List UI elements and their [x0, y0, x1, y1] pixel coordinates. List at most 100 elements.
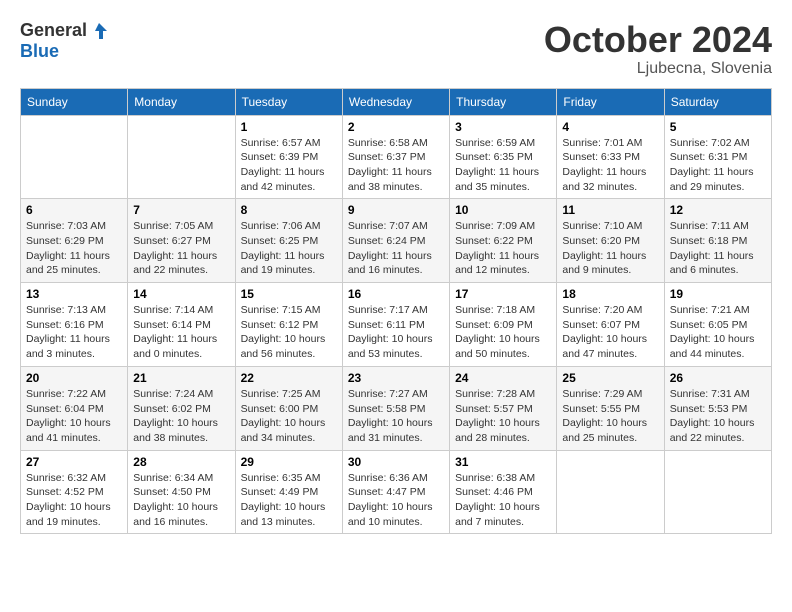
day-number: 21	[133, 371, 229, 385]
calendar-cell: 5Sunrise: 7:02 AM Sunset: 6:31 PM Daylig…	[664, 115, 771, 199]
calendar-cell: 10 Sunrise: 7:09 AM Sunset: 6:22 PM Dayli…	[450, 199, 557, 283]
calendar-cell: 4 Sunrise: 7:01 AM Sunset: 6:33 PM Daylig…	[557, 115, 664, 199]
calendar-cell: 28 Sunrise: 6:34 AM Sunset: 4:50 PM Dayli…	[128, 450, 235, 534]
calendar-cell: 30Sunrise: 6:36 AM Sunset: 4:47 PM Dayli…	[342, 450, 449, 534]
day-number: 28	[133, 455, 229, 469]
day-number: 23	[348, 371, 444, 385]
day-info: Sunrise: 7:06 AM Sunset: 6:25 PM Dayligh…	[241, 219, 337, 278]
calendar-cell: 19 Sunrise: 7:21 AM Sunset: 6:05 PM Dayli…	[664, 283, 771, 367]
day-info: Sunrise: 7:20 AM Sunset: 6:07 PM Dayligh…	[562, 303, 658, 362]
calendar-cell: 15 Sunrise: 7:15 AM Sunset: 6:12 PM Dayli…	[235, 283, 342, 367]
calendar-week-3: 13Sunrise: 7:13 AM Sunset: 6:16 PM Dayli…	[21, 283, 772, 367]
calendar-table: SundayMondayTuesdayWednesdayThursdayFrid…	[20, 88, 772, 535]
day-number: 11	[562, 203, 658, 217]
calendar-cell: 2Sunrise: 6:58 AM Sunset: 6:37 PM Daylig…	[342, 115, 449, 199]
day-info: Sunrise: 7:25 AM Sunset: 6:00 PM Dayligh…	[241, 387, 337, 446]
calendar-cell: 29 Sunrise: 6:35 AM Sunset: 4:49 PM Dayli…	[235, 450, 342, 534]
day-info: Sunrise: 7:27 AM Sunset: 5:58 PM Dayligh…	[348, 387, 444, 446]
logo: General Blue	[20, 20, 109, 62]
day-info: Sunrise: 6:34 AM Sunset: 4:50 PM Dayligh…	[133, 471, 229, 530]
calendar-cell: 8 Sunrise: 7:06 AM Sunset: 6:25 PM Daylig…	[235, 199, 342, 283]
day-info: Sunrise: 7:18 AM Sunset: 6:09 PM Dayligh…	[455, 303, 551, 362]
day-number: 8	[241, 203, 337, 217]
calendar-cell: 22 Sunrise: 7:25 AM Sunset: 6:00 PM Dayli…	[235, 366, 342, 450]
weekday-header-row: SundayMondayTuesdayWednesdayThursdayFrid…	[21, 88, 772, 115]
day-number: 18	[562, 287, 658, 301]
month-title: October 2024	[544, 20, 772, 60]
day-number: 15	[241, 287, 337, 301]
day-info: Sunrise: 7:03 AM Sunset: 6:29 PM Dayligh…	[26, 219, 122, 278]
day-info: Sunrise: 6:32 AM Sunset: 4:52 PM Dayligh…	[26, 471, 122, 530]
weekday-header-monday: Monday	[128, 88, 235, 115]
calendar-cell: 25Sunrise: 7:29 AM Sunset: 5:55 PM Dayli…	[557, 366, 664, 450]
day-info: Sunrise: 7:21 AM Sunset: 6:05 PM Dayligh…	[670, 303, 766, 362]
day-number: 20	[26, 371, 122, 385]
day-number: 27	[26, 455, 122, 469]
calendar-cell	[21, 115, 128, 199]
day-number: 14	[133, 287, 229, 301]
day-number: 22	[241, 371, 337, 385]
day-number: 12	[670, 203, 766, 217]
calendar-cell: 6Sunrise: 7:03 AM Sunset: 6:29 PM Daylig…	[21, 199, 128, 283]
calendar-cell: 9 Sunrise: 7:07 AM Sunset: 6:24 PM Daylig…	[342, 199, 449, 283]
day-info: Sunrise: 6:36 AM Sunset: 4:47 PM Dayligh…	[348, 471, 444, 530]
day-number: 7	[133, 203, 229, 217]
day-info: Sunrise: 7:31 AM Sunset: 5:53 PM Dayligh…	[670, 387, 766, 446]
day-info: Sunrise: 7:14 AM Sunset: 6:14 PM Dayligh…	[133, 303, 229, 362]
calendar-cell: 24 Sunrise: 7:28 AM Sunset: 5:57 PM Dayli…	[450, 366, 557, 450]
calendar-cell	[557, 450, 664, 534]
day-number: 17	[455, 287, 551, 301]
day-number: 19	[670, 287, 766, 301]
day-info: Sunrise: 7:28 AM Sunset: 5:57 PM Dayligh…	[455, 387, 551, 446]
day-info: Sunrise: 7:07 AM Sunset: 6:24 PM Dayligh…	[348, 219, 444, 278]
day-number: 16	[348, 287, 444, 301]
calendar-cell: 17 Sunrise: 7:18 AM Sunset: 6:09 PM Dayli…	[450, 283, 557, 367]
weekday-header-friday: Friday	[557, 88, 664, 115]
calendar-week-2: 6Sunrise: 7:03 AM Sunset: 6:29 PM Daylig…	[21, 199, 772, 283]
day-info: Sunrise: 6:38 AM Sunset: 4:46 PM Dayligh…	[455, 471, 551, 530]
day-number: 3	[455, 120, 551, 134]
title-section: October 2024 Ljubecna, Slovenia	[544, 20, 772, 78]
day-info: Sunrise: 7:09 AM Sunset: 6:22 PM Dayligh…	[455, 219, 551, 278]
day-number: 24	[455, 371, 551, 385]
day-number: 1	[241, 120, 337, 134]
day-number: 10	[455, 203, 551, 217]
calendar-cell: 18 Sunrise: 7:20 AM Sunset: 6:07 PM Dayli…	[557, 283, 664, 367]
day-number: 31	[455, 455, 551, 469]
day-info: Sunrise: 7:17 AM Sunset: 6:11 PM Dayligh…	[348, 303, 444, 362]
weekday-header-tuesday: Tuesday	[235, 88, 342, 115]
calendar-cell: 27 Sunrise: 6:32 AM Sunset: 4:52 PM Dayli…	[21, 450, 128, 534]
day-number: 9	[348, 203, 444, 217]
day-info: Sunrise: 7:29 AM Sunset: 5:55 PM Dayligh…	[562, 387, 658, 446]
calendar-cell: 14 Sunrise: 7:14 AM Sunset: 6:14 PM Dayli…	[128, 283, 235, 367]
weekday-header-thursday: Thursday	[450, 88, 557, 115]
calendar-cell: 3 Sunrise: 6:59 AM Sunset: 6:35 PM Daylig…	[450, 115, 557, 199]
day-number: 4	[562, 120, 658, 134]
day-number: 2	[348, 120, 444, 134]
day-info: Sunrise: 7:15 AM Sunset: 6:12 PM Dayligh…	[241, 303, 337, 362]
calendar-cell: 23 Sunrise: 7:27 AM Sunset: 5:58 PM Dayli…	[342, 366, 449, 450]
day-number: 29	[241, 455, 337, 469]
location-text: Ljubecna, Slovenia	[544, 60, 772, 78]
day-number: 26	[670, 371, 766, 385]
day-info: Sunrise: 6:59 AM Sunset: 6:35 PM Dayligh…	[455, 136, 551, 195]
calendar-cell: 21 Sunrise: 7:24 AM Sunset: 6:02 PM Dayli…	[128, 366, 235, 450]
weekday-header-saturday: Saturday	[664, 88, 771, 115]
day-info: Sunrise: 7:01 AM Sunset: 6:33 PM Dayligh…	[562, 136, 658, 195]
calendar-cell	[128, 115, 235, 199]
logo-icon	[89, 21, 109, 41]
day-info: Sunrise: 7:05 AM Sunset: 6:27 PM Dayligh…	[133, 219, 229, 278]
day-info: Sunrise: 7:24 AM Sunset: 6:02 PM Dayligh…	[133, 387, 229, 446]
calendar-cell: 7 Sunrise: 7:05 AM Sunset: 6:27 PM Daylig…	[128, 199, 235, 283]
calendar-week-5: 27 Sunrise: 6:32 AM Sunset: 4:52 PM Dayli…	[21, 450, 772, 534]
day-info: Sunrise: 7:13 AM Sunset: 6:16 PM Dayligh…	[26, 303, 122, 362]
calendar-cell: 26 Sunrise: 7:31 AM Sunset: 5:53 PM Dayli…	[664, 366, 771, 450]
calendar-cell: 16 Sunrise: 7:17 AM Sunset: 6:11 PM Dayli…	[342, 283, 449, 367]
weekday-header-sunday: Sunday	[21, 88, 128, 115]
calendar-cell: 20Sunrise: 7:22 AM Sunset: 6:04 PM Dayli…	[21, 366, 128, 450]
calendar-cell: 13Sunrise: 7:13 AM Sunset: 6:16 PM Dayli…	[21, 283, 128, 367]
calendar-week-1: 1Sunrise: 6:57 AM Sunset: 6:39 PM Daylig…	[21, 115, 772, 199]
logo-blue-text: Blue	[20, 41, 59, 62]
day-info: Sunrise: 6:35 AM Sunset: 4:49 PM Dayligh…	[241, 471, 337, 530]
day-number: 5	[670, 120, 766, 134]
